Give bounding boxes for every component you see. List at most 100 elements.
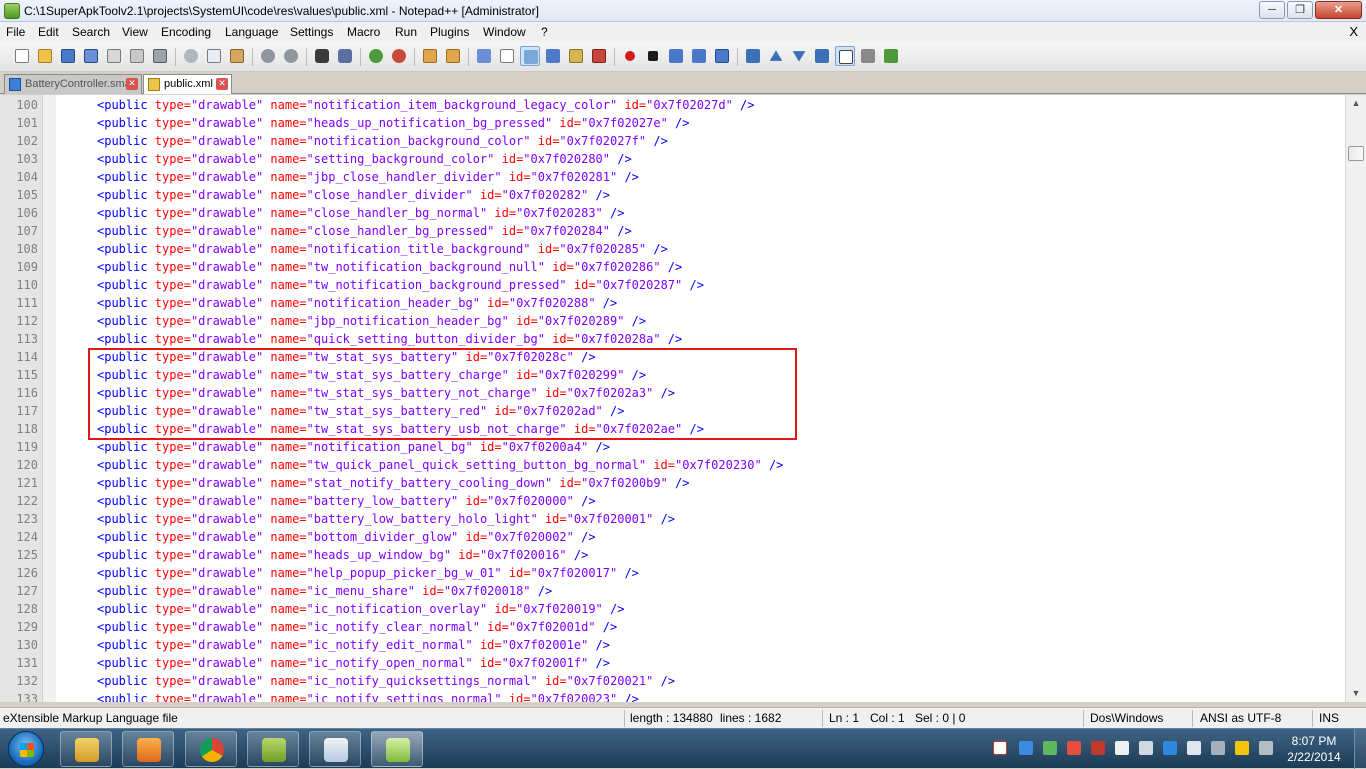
find-icon[interactable] — [312, 46, 332, 66]
code-line[interactable]: <public type="drawable" name="close_hand… — [97, 204, 624, 222]
document-map-icon[interactable] — [566, 46, 586, 66]
start-button[interactable] — [8, 731, 44, 767]
spell-options-icon[interactable] — [858, 46, 878, 66]
undo-icon[interactable] — [258, 46, 278, 66]
zoom-out-icon[interactable] — [389, 46, 409, 66]
security-alert-icon[interactable] — [1067, 741, 1081, 755]
close-tab-icon[interactable]: ✕ — [126, 78, 138, 90]
volume-icon[interactable] — [1187, 741, 1201, 755]
arrow-down-icon[interactable] — [789, 46, 809, 66]
show-desktop-button[interactable] — [1354, 729, 1366, 769]
signal-strength-icon[interactable] — [1139, 741, 1153, 755]
menu-plugins[interactable]: Plugins — [430, 25, 469, 39]
redo-icon[interactable] — [281, 46, 301, 66]
code-line[interactable]: <public type="drawable" name="stat_notif… — [97, 474, 689, 492]
scrollbar-thumb[interactable] — [1348, 146, 1364, 161]
code-line[interactable]: <public type="drawable" name="ic_notify_… — [97, 636, 610, 654]
code-line[interactable]: <public type="drawable" name="notificati… — [97, 240, 668, 258]
unfold-all-icon[interactable] — [812, 46, 832, 66]
replace-icon[interactable] — [335, 46, 355, 66]
menu-encoding[interactable]: Encoding — [161, 25, 211, 39]
taskbar-paint[interactable] — [309, 731, 361, 767]
run-macro-multiple-icon[interactable] — [689, 46, 709, 66]
playback-macro-icon[interactable] — [666, 46, 686, 66]
code-line[interactable]: <public type="drawable" name="ic_notify_… — [97, 672, 675, 690]
bluetooth-icon[interactable] — [1163, 741, 1177, 755]
code-line[interactable]: <public type="drawable" name="heads_up_n… — [97, 114, 689, 132]
code-line[interactable]: <public type="drawable" name="ic_notify_… — [97, 618, 617, 636]
fold-all-icon[interactable] — [743, 46, 763, 66]
user-defined-dialog-icon[interactable] — [543, 46, 563, 66]
menu-language[interactable]: Language — [225, 25, 278, 39]
menu-file[interactable]: File — [6, 25, 25, 39]
arrow-up-icon[interactable] — [766, 46, 786, 66]
code-line[interactable]: <public type="drawable" name="jbp_notifi… — [97, 312, 646, 330]
taskbar-media-player[interactable] — [122, 731, 174, 767]
close-window-button[interactable]: ✕ — [1315, 1, 1362, 19]
print-icon[interactable] — [150, 46, 170, 66]
menu-view[interactable]: View — [122, 25, 148, 39]
open-file-icon[interactable] — [35, 46, 55, 66]
code-line[interactable]: <public type="drawable" name="jbp_close_… — [97, 168, 639, 186]
code-line[interactable]: <public type="drawable" name="setting_ba… — [97, 150, 632, 168]
show-all-characters-icon[interactable] — [497, 46, 517, 66]
code-line[interactable]: <public type="drawable" name="tw_notific… — [97, 276, 704, 294]
fold-margin[interactable] — [42, 95, 56, 702]
code-line[interactable]: <public type="drawable" name="battery_lo… — [97, 492, 596, 510]
code-line[interactable]: <public type="drawable" name="bottom_div… — [97, 528, 596, 546]
dropbox-icon[interactable] — [1019, 741, 1033, 755]
code-line[interactable]: <public type="drawable" name="quick_sett… — [97, 330, 682, 348]
code-line[interactable]: <public type="drawable" name="close_hand… — [97, 186, 610, 204]
clock-time[interactable]: 8:07 PM — [1283, 734, 1345, 748]
vertical-scrollbar[interactable]: ▲ ▼ — [1345, 95, 1366, 702]
code-line[interactable]: <public type="drawable" name="notificati… — [97, 294, 617, 312]
scroll-up-icon[interactable]: ▲ — [1346, 95, 1366, 112]
code-line[interactable]: <public type="drawable" name="ic_menu_sh… — [97, 582, 552, 600]
clock-date[interactable]: 2/22/2014 — [1283, 750, 1345, 764]
menu-macro[interactable]: Macro — [347, 25, 380, 39]
taskbar-apk-tool[interactable] — [247, 731, 299, 767]
code-line[interactable]: <public type="drawable" name="notificati… — [97, 438, 610, 456]
code-line[interactable]: <public type="drawable" name="heads_up_w… — [97, 546, 588, 564]
sync-horizontal-icon[interactable] — [443, 46, 463, 66]
record-macro-icon[interactable] — [620, 46, 640, 66]
zoom-in-icon[interactable] — [366, 46, 386, 66]
error-icon[interactable] — [1091, 741, 1105, 755]
sync-vertical-icon[interactable] — [420, 46, 440, 66]
save-icon[interactable] — [58, 46, 78, 66]
code-line[interactable]: <public type="drawable" name="tw_notific… — [97, 258, 682, 276]
indent-guide-icon[interactable] — [520, 46, 540, 66]
new-file-icon[interactable] — [12, 46, 32, 66]
code-line[interactable]: <public type="drawable" name="notificati… — [97, 132, 668, 150]
menu-run[interactable]: Run — [395, 25, 417, 39]
taskbar-notepad-plus-plus[interactable] — [371, 731, 423, 767]
tab-battery-controller[interactable]: BatteryController.smali ✕ — [4, 74, 142, 94]
maximize-button[interactable]: ❐ — [1287, 1, 1313, 19]
tab-public-xml[interactable]: public.xml ✕ — [143, 74, 232, 94]
copy-icon[interactable] — [204, 46, 224, 66]
code-line[interactable]: <public type="drawable" name="ic_notify_… — [97, 690, 639, 702]
close-document-button[interactable]: X — [1349, 24, 1358, 39]
paste-icon[interactable] — [227, 46, 247, 66]
taskbar-chrome[interactable] — [185, 731, 237, 767]
action-center-icon[interactable] — [1211, 741, 1225, 755]
close-tab-icon[interactable]: ✕ — [216, 78, 228, 90]
code-line[interactable]: <public type="drawable" name="ic_notific… — [97, 600, 624, 618]
code-line[interactable]: <public type="drawable" name="battery_lo… — [97, 510, 675, 528]
word-wrap-icon[interactable] — [474, 46, 494, 66]
save-all-icon[interactable] — [81, 46, 101, 66]
taskbar-explorer[interactable] — [60, 731, 112, 767]
spell-check-go-icon[interactable] — [881, 46, 901, 66]
cut-icon[interactable] — [181, 46, 201, 66]
function-list-icon[interactable] — [589, 46, 609, 66]
tray-utility-icon[interactable] — [1259, 741, 1273, 755]
close-all-icon[interactable] — [127, 46, 147, 66]
spell-check-icon[interactable] — [835, 46, 855, 66]
code-line[interactable]: <public type="drawable" name="ic_notify_… — [97, 654, 610, 672]
text-editor[interactable]: 100 101 102 103 104 105 106 107 108 109 110 111 112 1… — [0, 95, 1366, 702]
scroll-down-icon[interactable]: ▼ — [1346, 685, 1366, 702]
code-line[interactable]: <public type="drawable" name="notificati… — [97, 96, 755, 114]
wand-tool-icon[interactable] — [1235, 741, 1249, 755]
menu-settings[interactable]: Settings — [290, 25, 333, 39]
save-macro-icon[interactable] — [712, 46, 732, 66]
